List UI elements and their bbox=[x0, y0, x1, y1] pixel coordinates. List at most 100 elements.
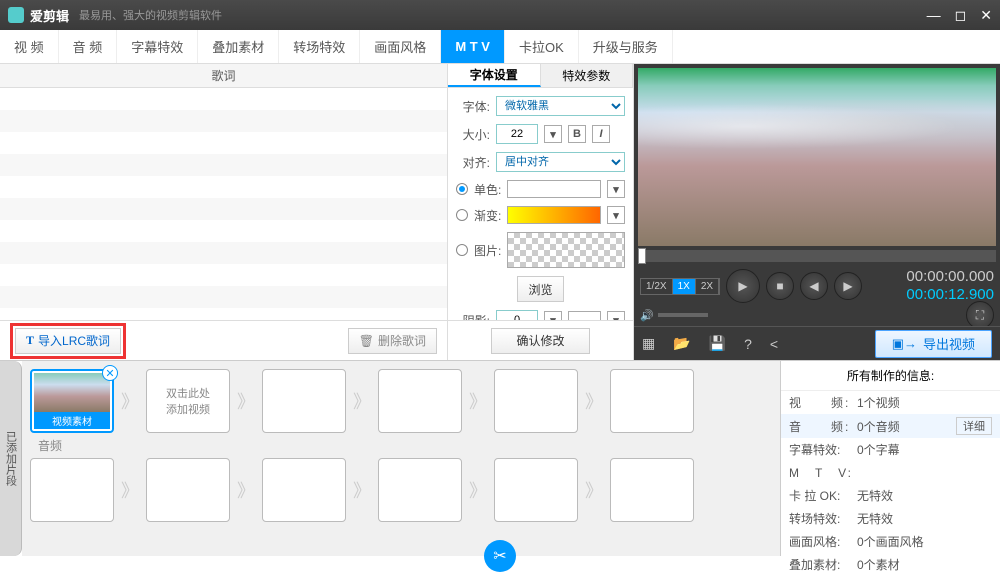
bold-button[interactable]: B bbox=[568, 125, 586, 143]
lyrics-panel: 歌词 T 导入LRC歌词 🗑 删除歌词 bbox=[0, 64, 448, 360]
close-icon[interactable]: ✕ bbox=[980, 7, 992, 24]
timeline: ✕ 视频素材 》 双击此处添加视频 》 》 》 》 音频 》 》 》 》 》 bbox=[22, 361, 780, 556]
arrow-icon: 》 bbox=[118, 389, 142, 413]
speed-1X[interactable]: 1X bbox=[673, 279, 696, 294]
tab-3[interactable]: 叠加素材 bbox=[198, 30, 279, 63]
tab-7[interactable]: 卡拉OK bbox=[505, 30, 579, 63]
empty-clip[interactable] bbox=[262, 369, 346, 433]
empty-clip[interactable]: 双击此处添加视频 bbox=[146, 369, 230, 433]
empty-clip[interactable] bbox=[494, 458, 578, 522]
scrubber[interactable] bbox=[638, 250, 996, 262]
info-panel: 所有制作的信息: 视 频:1个视频音 频:0个音频详细字幕特效:0个字幕M T … bbox=[780, 361, 1000, 556]
info-row: 视 频:1个视频 bbox=[781, 391, 1000, 414]
font-select[interactable]: 微软雅黑 bbox=[496, 96, 625, 116]
added-clips-tab[interactable]: 已添加片段 bbox=[0, 361, 22, 556]
empty-clip[interactable] bbox=[610, 458, 694, 522]
open-icon[interactable]: 📂 bbox=[673, 335, 690, 352]
maximize-icon[interactable]: ◻ bbox=[955, 7, 967, 24]
shadow-color-dropdown-icon[interactable]: ▾ bbox=[607, 311, 625, 320]
single-color-swatch[interactable] bbox=[507, 180, 601, 198]
prev-button[interactable]: ◀ bbox=[800, 272, 828, 300]
fullscreen-button[interactable]: ⛶ bbox=[966, 301, 994, 329]
help-icon[interactable]: ? bbox=[744, 336, 752, 352]
export-button[interactable]: ▣→导出视频 bbox=[875, 330, 992, 358]
picture-radio[interactable] bbox=[456, 244, 468, 256]
clip-name: 视频素材 bbox=[34, 412, 110, 429]
browse-button[interactable]: 浏览 bbox=[517, 276, 563, 302]
shadow-input[interactable] bbox=[496, 310, 538, 320]
empty-clip[interactable] bbox=[378, 369, 462, 433]
cut-button[interactable]: ✂ bbox=[484, 540, 516, 572]
color-dropdown-icon[interactable]: ▾ bbox=[607, 180, 625, 198]
main-tabs: 视 频音 频字幕特效叠加素材转场特效画面风格M T V卡拉OK升级与服务 bbox=[0, 30, 1000, 64]
preview-video[interactable] bbox=[638, 68, 996, 246]
font-subtab-1[interactable]: 特效参数 bbox=[541, 64, 634, 87]
play-button[interactable]: ▶ bbox=[726, 269, 760, 303]
stop-button[interactable]: ■ bbox=[766, 272, 794, 300]
scrubber-knob[interactable] bbox=[638, 248, 646, 264]
clip-remove-icon[interactable]: ✕ bbox=[102, 365, 118, 381]
detail-button[interactable]: 详细 bbox=[956, 417, 992, 435]
volume-icon: 🔊 bbox=[640, 309, 654, 322]
single-color-label: 单色: bbox=[474, 181, 501, 198]
empty-clip[interactable] bbox=[146, 458, 230, 522]
font-panel: 字体设置特效参数 字体:微软雅黑 大小:▾BI 对齐:居中对齐 单色:▾ 渐变:… bbox=[448, 64, 634, 360]
tab-6[interactable]: M T V bbox=[441, 30, 505, 63]
tab-8[interactable]: 升级与服务 bbox=[579, 30, 673, 63]
single-color-radio[interactable] bbox=[456, 183, 468, 195]
speed-toggle: 1/2X1X2X bbox=[640, 278, 720, 295]
empty-clip[interactable] bbox=[378, 458, 462, 522]
clip-thumbnail bbox=[34, 373, 110, 412]
grad-dropdown-icon[interactable]: ▾ bbox=[607, 206, 625, 224]
app-slogan: 最易用、强大的视频剪辑软件 bbox=[79, 7, 222, 23]
video-clip[interactable]: ✕ 视频素材 bbox=[30, 369, 114, 433]
size-label: 大小: bbox=[456, 126, 490, 143]
picture-label: 图片: bbox=[474, 242, 501, 259]
share-icon[interactable]: < bbox=[770, 336, 778, 352]
tab-0[interactable]: 视 频 bbox=[0, 30, 59, 63]
app-name: 爱剪辑 bbox=[30, 6, 69, 25]
font-subtab-0[interactable]: 字体设置 bbox=[448, 64, 541, 87]
tab-5[interactable]: 画面风格 bbox=[360, 30, 441, 63]
info-row: 叠加素材:0个素材 bbox=[781, 553, 1000, 576]
delete-lyrics-label: 删除歌词 bbox=[378, 332, 426, 349]
minimize-icon[interactable]: — bbox=[927, 7, 941, 24]
gradient-radio[interactable] bbox=[456, 209, 468, 221]
trash-icon: 🗑 bbox=[359, 334, 374, 348]
app-logo-icon bbox=[8, 7, 24, 23]
shadow-label: 阴影: bbox=[456, 312, 490, 321]
shadow-dropdown-icon[interactable]: ▾ bbox=[544, 311, 562, 320]
info-row: M T V: bbox=[781, 461, 1000, 484]
gradient-swatch[interactable] bbox=[507, 206, 601, 224]
empty-clip[interactable] bbox=[494, 369, 578, 433]
speed-1/2X[interactable]: 1/2X bbox=[641, 279, 673, 294]
empty-clip[interactable] bbox=[610, 369, 694, 433]
align-label: 对齐: bbox=[456, 154, 490, 171]
confirm-button[interactable]: 确认修改 bbox=[491, 328, 589, 354]
size-dropdown-icon[interactable]: ▾ bbox=[544, 125, 562, 143]
tab-4[interactable]: 转场特效 bbox=[279, 30, 360, 63]
info-row: 字幕特效:0个字幕 bbox=[781, 438, 1000, 461]
picture-swatch[interactable] bbox=[507, 232, 625, 268]
import-lrc-button[interactable]: T 导入LRC歌词 bbox=[15, 328, 121, 354]
timecode-current: 00:00:00.000 bbox=[906, 268, 994, 286]
size-input[interactable] bbox=[496, 124, 538, 144]
lyrics-list[interactable] bbox=[0, 88, 447, 320]
arrow-icon: 》 bbox=[350, 389, 374, 413]
info-header: 所有制作的信息: bbox=[781, 361, 1000, 391]
empty-clip[interactable] bbox=[30, 458, 114, 522]
delete-lyrics-button[interactable]: 🗑 删除歌词 bbox=[348, 328, 437, 354]
tab-2[interactable]: 字幕特效 bbox=[117, 30, 198, 63]
align-select[interactable]: 居中对齐 bbox=[496, 152, 625, 172]
save-icon[interactable]: 💾 bbox=[709, 335, 726, 352]
speed-2X[interactable]: 2X bbox=[696, 279, 719, 294]
empty-clip[interactable] bbox=[262, 458, 346, 522]
arrow-icon: 》 bbox=[234, 389, 258, 413]
volume-control[interactable]: 🔊 bbox=[640, 309, 708, 322]
tab-1[interactable]: 音 频 bbox=[59, 30, 118, 63]
shadow-color-swatch[interactable] bbox=[568, 311, 601, 320]
arrow-icon: 》 bbox=[582, 389, 606, 413]
italic-button[interactable]: I bbox=[592, 125, 610, 143]
new-icon[interactable]: ▦ bbox=[642, 335, 655, 352]
next-button[interactable]: ▶ bbox=[834, 272, 862, 300]
